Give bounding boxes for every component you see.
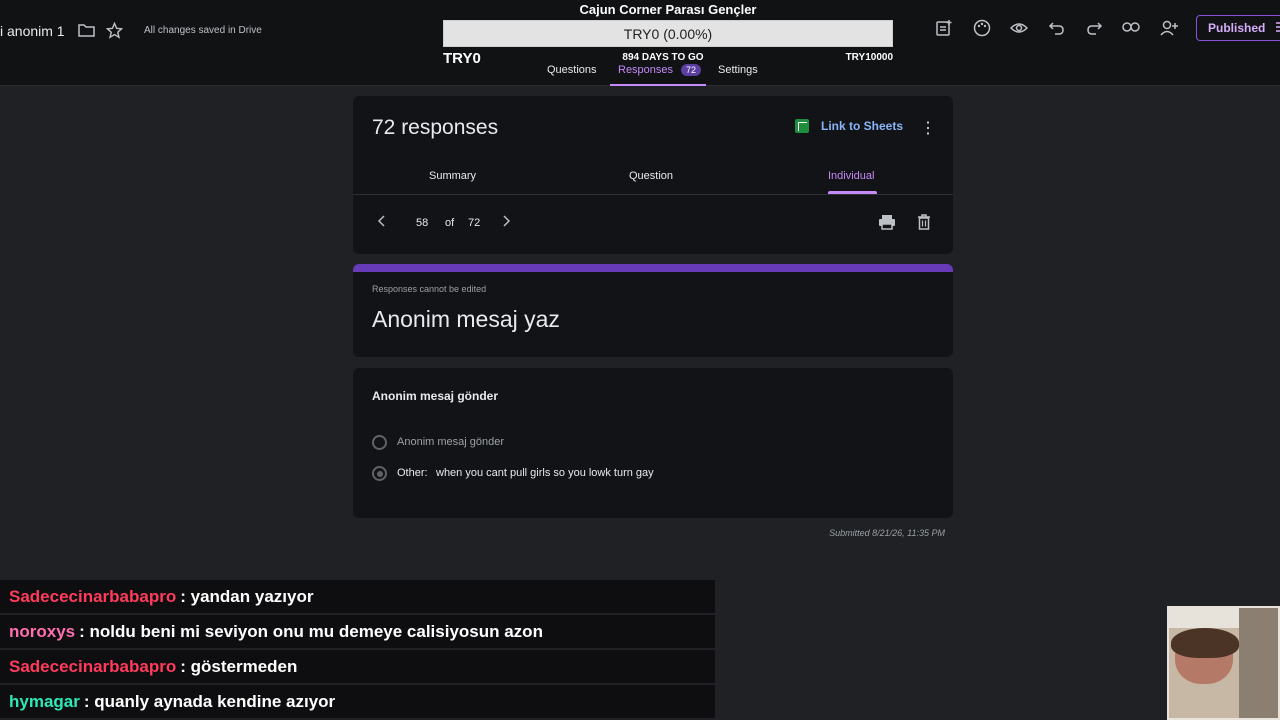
sheets-icon (795, 119, 809, 133)
edit-notice: Responses cannot be edited (372, 284, 487, 294)
other-label: Other: (397, 467, 428, 479)
responses-count-title: 72 responses (372, 116, 499, 139)
add-on-icon[interactable] (935, 19, 953, 37)
pager-of: of (445, 217, 455, 229)
question-title: Anonim mesaj gönder (372, 389, 499, 403)
document-title[interactable]: i anonim 1 (0, 23, 65, 39)
pager-total: 72 (468, 217, 481, 229)
goal-title: Cajun Corner Parası Gençler (579, 2, 757, 17)
previous-response-icon[interactable] (377, 214, 387, 231)
option-radio (372, 435, 387, 450)
webcam-overlay (1167, 606, 1280, 720)
chat-message: Sadececinarbabapro : yandan yazıyor (0, 580, 715, 613)
subtab-summary[interactable]: Summary (429, 170, 476, 182)
streamer-hair (1171, 628, 1239, 658)
card-divider (353, 194, 953, 195)
delete-icon[interactable] (917, 214, 931, 235)
chat-message: Sadececinarbabapro : göstermeden (0, 650, 715, 683)
link-to-sheets-button[interactable]: Link to Sheets (795, 119, 903, 133)
option-label: Anonim mesaj gönder (397, 436, 505, 448)
publish-settings-icon (1275, 21, 1280, 36)
other-answer: when you cant pull girls so you lowk tur… (436, 467, 654, 479)
star-icon[interactable] (106, 22, 123, 39)
webcam-wall (1239, 608, 1278, 718)
chat-text: : noldu beni mi seviyon onu mu demeye ca… (79, 621, 543, 641)
link-to-sheets-label: Link to Sheets (821, 119, 904, 133)
submitted-timestamp: Submitted 8/21/26, 11:35 PM (829, 528, 945, 538)
print-icon[interactable] (878, 214, 896, 235)
goal-progress-text: TRY0 (0.00%) (623, 25, 713, 42)
chat-text: : yandan yazıyor (180, 586, 314, 606)
chat-message: noroxys : noldu beni mi seviyon onu mu d… (0, 615, 715, 648)
question-card: Anonim mesaj gönder Anonim mesaj gönder … (353, 368, 953, 518)
tab-responses-label: Responses (618, 64, 674, 76)
top-bar: i anonim 1 All changes saved in Drive Ca… (0, 0, 1280, 86)
goal-progress-bar: TRY0 (0.00%) (443, 20, 893, 47)
responses-card: 72 responses Link to Sheets ⋮ Summary Qu… (353, 96, 953, 254)
chat-username: noroxys (9, 621, 76, 641)
pager-current[interactable]: 58 (416, 217, 428, 229)
form-title: Anonim mesaj yaz (372, 306, 560, 332)
other-radio-selected (372, 466, 387, 481)
undo-icon[interactable] (1048, 20, 1065, 36)
tab-settings[interactable]: Settings (718, 64, 758, 76)
subtab-question[interactable]: Question (629, 170, 673, 182)
preview-eye-icon[interactable] (1010, 20, 1028, 36)
form-header-accent (353, 264, 953, 272)
palette-icon[interactable] (973, 19, 991, 37)
published-label: Published (1208, 21, 1266, 35)
responses-count-badge: 72 (681, 64, 702, 76)
chat-text: : göstermeden (180, 656, 298, 676)
chat-username: hymagar (9, 691, 80, 711)
form-header-card: Responses cannot be edited Anonim mesaj … (353, 264, 953, 357)
chat-username: Sadececinarbabapro (9, 656, 177, 676)
redo-icon[interactable] (1086, 20, 1103, 36)
tab-responses[interactable]: Responses 72 (618, 64, 702, 76)
subtab-individual[interactable]: Individual (828, 170, 874, 182)
link-icon[interactable] (1122, 20, 1140, 34)
tab-questions[interactable]: Questions (547, 64, 597, 76)
add-collaborator-icon[interactable] (1159, 19, 1179, 37)
chat-text: : quanly aynada kendine azıyor (83, 691, 336, 711)
chat-username: Sadececinarbabapro (9, 586, 177, 606)
folder-icon[interactable] (78, 23, 95, 37)
active-tab-indicator (610, 84, 706, 86)
save-status: All changes saved in Drive (144, 25, 262, 36)
next-response-icon[interactable] (501, 214, 511, 231)
more-options-icon[interactable]: ⋮ (920, 118, 936, 138)
goal-target-label: TRY10000 (845, 52, 893, 63)
chat-message: hymagar : quanly aynada kendine azıyor (0, 685, 715, 718)
published-button[interactable]: Published (1196, 15, 1280, 41)
